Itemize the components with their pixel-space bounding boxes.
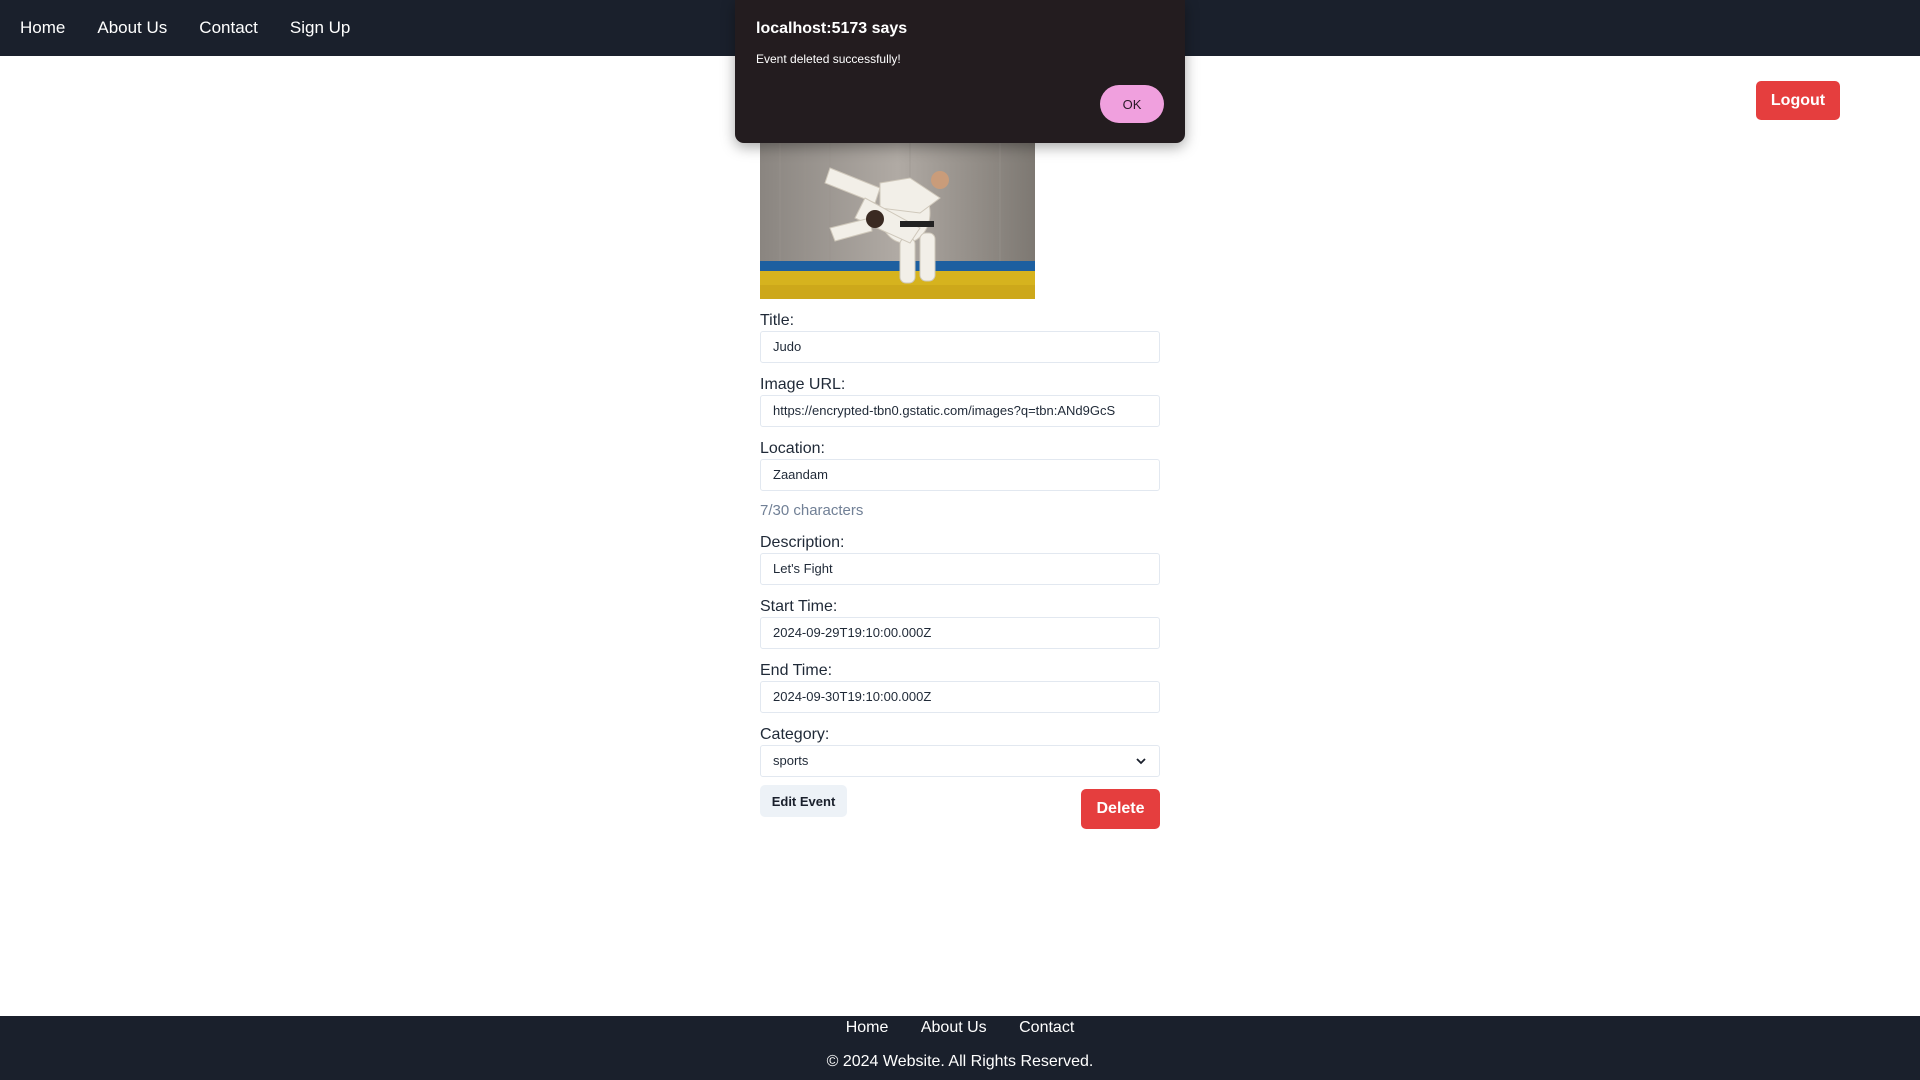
event-image xyxy=(760,143,1035,299)
chevron-down-icon xyxy=(1136,758,1146,765)
dialog-title: localhost:5173 says xyxy=(756,20,908,37)
edit-event-button[interactable]: Edit Event xyxy=(760,785,847,817)
image-url-input[interactable]: https://encrypted-tbn0.gstatic.com/image… xyxy=(760,395,1160,427)
logout-button[interactable]: Logout xyxy=(1756,81,1840,120)
delete-button[interactable]: Delete xyxy=(1081,789,1160,829)
title-label: Title: xyxy=(760,312,795,329)
category-label: Category: xyxy=(760,726,830,743)
alert-dialog: localhost:5173 says Event deleted succes… xyxy=(735,0,1185,143)
footer-link-about-us[interactable]: About Us xyxy=(921,1019,987,1036)
category-selected-value: sports xyxy=(773,753,809,768)
nav-link-sign-up[interactable]: Sign Up xyxy=(290,18,350,38)
location-input[interactable]: Zaandam xyxy=(760,459,1160,491)
description-label: Description: xyxy=(760,534,845,551)
dialog-ok-button[interactable]: OK xyxy=(1100,85,1164,123)
image-url-label: Image URL: xyxy=(760,376,846,393)
dialog-message: Event deleted successfully! xyxy=(756,52,901,66)
nav-link-contact[interactable]: Contact xyxy=(199,18,258,38)
footer-link-contact[interactable]: Contact xyxy=(1019,1019,1074,1036)
nav-link-home[interactable]: Home xyxy=(20,18,65,38)
end-time-input[interactable]: 2024-09-30T19:10:00.000Z xyxy=(760,681,1160,713)
nav-link-about-us[interactable]: About Us xyxy=(97,18,167,38)
start-time-input[interactable]: 2024-09-29T19:10:00.000Z xyxy=(760,617,1160,649)
footer-links: Home About Us Contact xyxy=(0,1016,1920,1042)
location-character-counter: 7/30 characters xyxy=(760,502,864,519)
edit-event-form: Title: Judo Image URL: https://encrypted… xyxy=(760,143,1160,831)
description-input[interactable]: Let's Fight xyxy=(760,553,1160,585)
copyright-text: © 2024 Website. All Rights Reserved. xyxy=(826,1053,1094,1070)
title-input[interactable]: Judo xyxy=(760,331,1160,363)
category-select[interactable]: sports xyxy=(760,745,1160,777)
location-label: Location: xyxy=(760,440,825,457)
start-time-label: Start Time: xyxy=(760,598,838,615)
form-actions: Edit Event Delete xyxy=(760,785,1160,831)
footer-link-home[interactable]: Home xyxy=(846,1019,889,1036)
end-time-label: End Time: xyxy=(760,662,833,679)
footer: Home About Us Contact © 2024 Website. Al… xyxy=(0,1016,1920,1080)
